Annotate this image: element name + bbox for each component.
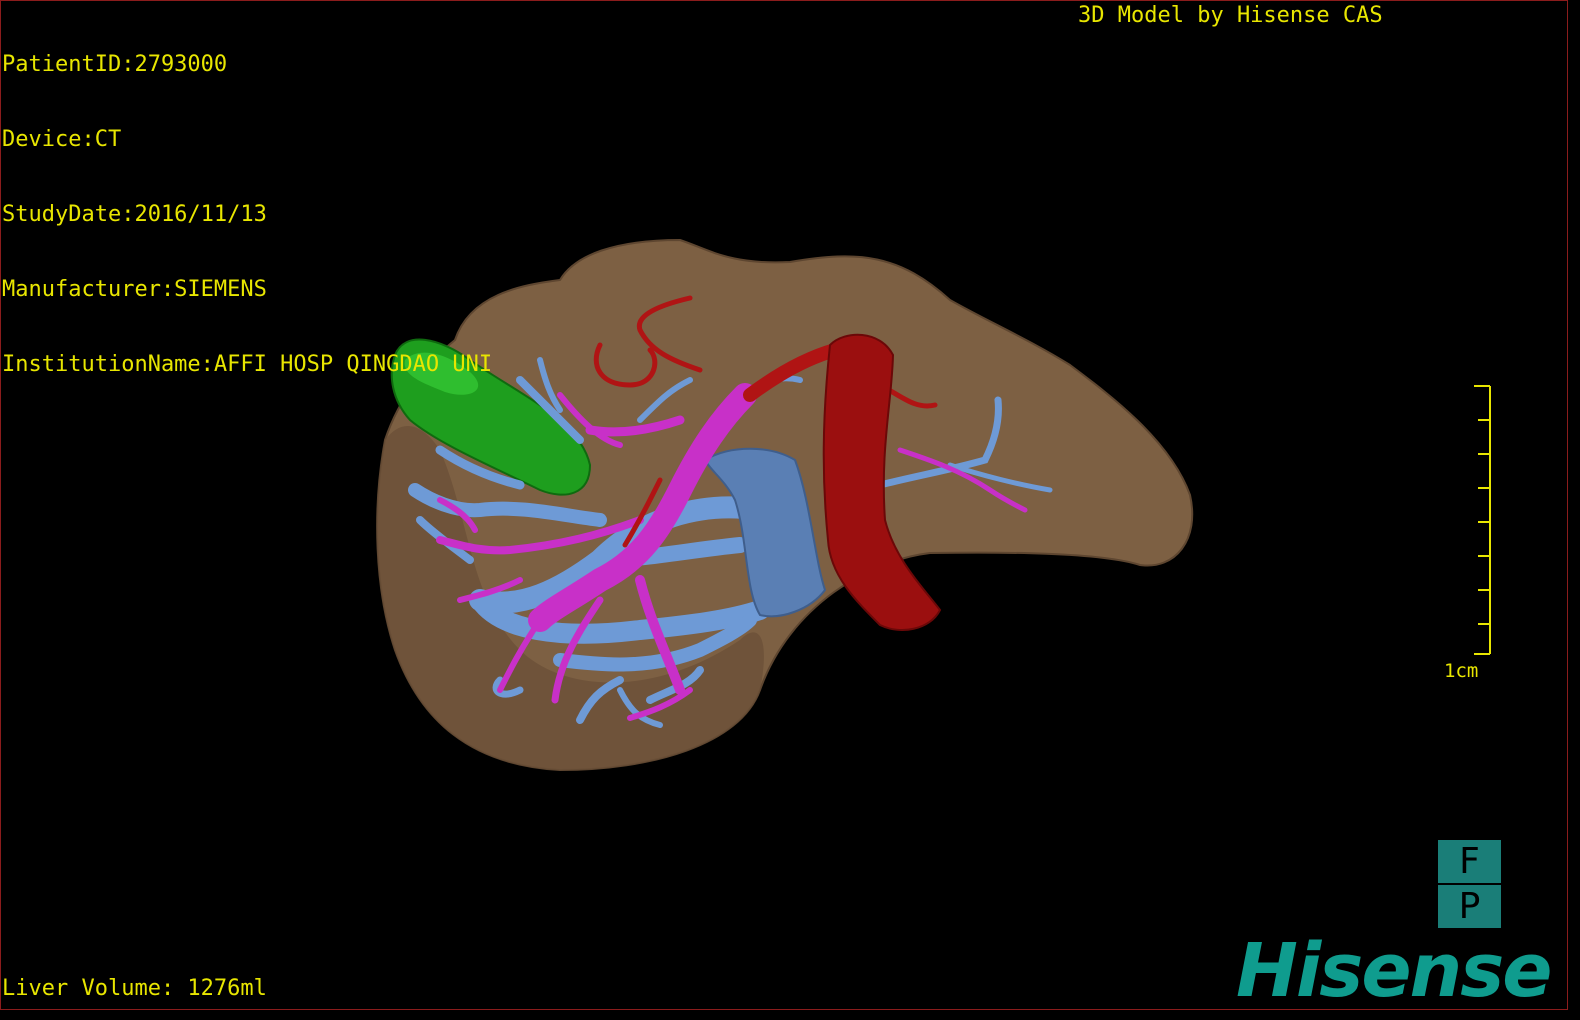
hisense-logo: Hisense — [1236, 928, 1552, 1014]
study-date: StudyDate:2016/11/13 — [2, 202, 267, 227]
device: Device:CT — [2, 127, 122, 152]
scale-bar — [1474, 385, 1491, 655]
manufacturer: Manufacturer:SIEMENS — [2, 277, 267, 302]
institution-name: InstitutionName:AFFI HOSP QINGDAO UNI — [2, 352, 493, 377]
dicom-info-overlay: PatientID:2793000 Device:CT StudyDate:20… — [2, 2, 492, 402]
liver-volume: Liver Volume: 1276ml — [2, 976, 267, 1001]
scale-bar-label: 1cm — [1444, 660, 1479, 682]
orientation-indicator[interactable]: F P — [1438, 840, 1501, 928]
model-credit: 3D Model by Hisense CAS — [1078, 3, 1383, 28]
patient-id: PatientID:2793000 — [2, 52, 228, 77]
orientation-bottom-label: P — [1438, 885, 1501, 928]
orientation-top-label: F — [1438, 840, 1501, 883]
